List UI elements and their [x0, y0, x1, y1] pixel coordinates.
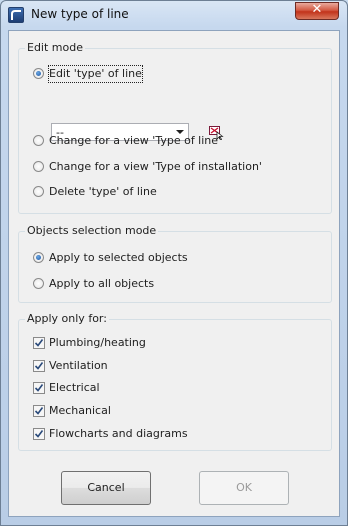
ventilation-label: Ventilation — [49, 359, 108, 372]
cancel-button[interactable]: Cancel — [61, 471, 151, 505]
radio-checked — [33, 252, 44, 263]
radio-unchecked — [33, 161, 44, 172]
checkmark-icon — [33, 337, 45, 349]
edit-mode-legend: Edit mode — [25, 41, 85, 54]
mechanical-label: Mechanical — [49, 404, 111, 417]
window-title: New type of line — [31, 7, 129, 21]
checkmark-icon — [33, 428, 45, 440]
selection-mode-group: Objects selection mode — [18, 224, 332, 303]
electrical-label: Electrical — [49, 381, 100, 394]
ok-button[interactable]: OK — [199, 471, 289, 505]
title-bar[interactable]: New type of line ✕ — [1, 1, 347, 29]
checkmark-icon — [33, 382, 45, 394]
change-view-type-line-label: Change for a view 'Type of line' — [49, 134, 222, 147]
radio-unchecked — [33, 135, 44, 146]
delete-type-label: Delete 'type' of line — [49, 185, 157, 198]
app-icon — [8, 7, 24, 23]
dialog-body: Edit mode Edit 'type' of line -- Change … — [8, 30, 340, 517]
radio-unchecked — [33, 278, 44, 289]
selection-mode-legend: Objects selection mode — [25, 224, 159, 237]
checkmark-icon — [33, 360, 45, 372]
plumbing-heating-label: Plumbing/heating — [49, 336, 146, 349]
close-button[interactable]: ✕ — [295, 2, 339, 20]
radio-checked — [33, 68, 44, 79]
edit-type-label: Edit 'type' of line — [48, 65, 143, 83]
apply-only-for-legend: Apply only for: — [25, 312, 109, 325]
radio-unchecked — [33, 186, 44, 197]
change-view-type-installation-label: Change for a view 'Type of installation' — [49, 160, 262, 173]
checkmark-icon — [33, 405, 45, 417]
dialog-window: New type of line ✕ Edit mode Edit 'type'… — [0, 0, 348, 526]
apply-all-label: Apply to all objects — [49, 277, 155, 290]
close-icon: ✕ — [311, 2, 323, 17]
flowcharts-diagrams-label: Flowcharts and diagrams — [49, 427, 188, 440]
apply-selected-label: Apply to selected objects — [49, 251, 188, 264]
